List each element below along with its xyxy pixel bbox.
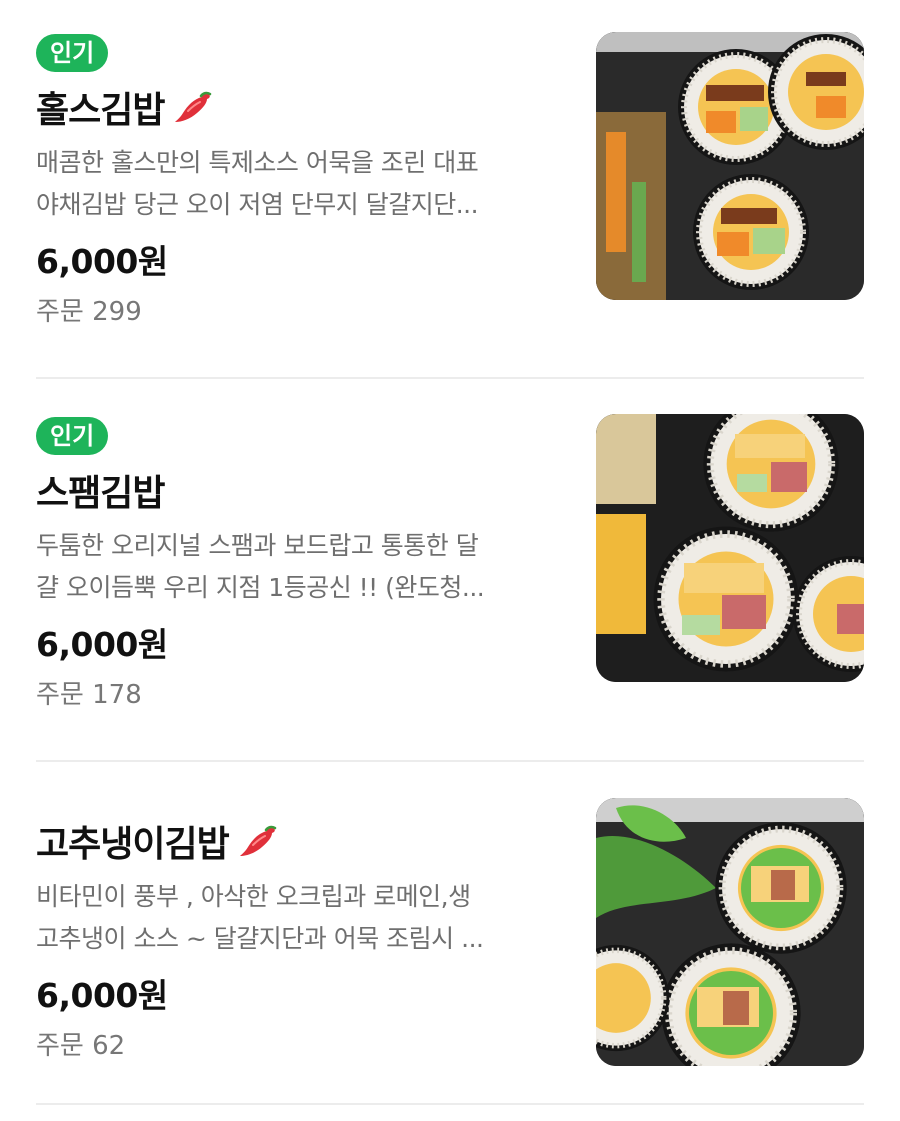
menu-item-info: 인기 스팸김밥 두툼한 오리지널 스팸과 보드랍고 통통한 달 걀 오이듬뿍 우… bbox=[36, 417, 556, 715]
description-line: 매콤한 홀스만의 특제소스 어묵을 조린 대표 bbox=[36, 148, 479, 177]
popular-badge: 인기 bbox=[36, 34, 109, 72]
menu-item-title: 스팸김밥 bbox=[36, 473, 165, 514]
menu-item-info: 고추냉이김밥 비타민이 풍부 , 아삭한 오크립과 로메인,생 고추냉이 소스 … bbox=[36, 816, 556, 1066]
menu-item-info: 인기 홀스김밥 매콤한 홀스만의 특제소스 어묵을 조린 대표 야채김밥 당근 … bbox=[36, 34, 556, 332]
popular-badge: 인기 bbox=[36, 417, 109, 455]
menu-item-description: 두툼한 오리지널 스팸과 보드랍고 통통한 달 걀 오이듬뿍 우리 지점 1등공… bbox=[36, 525, 556, 609]
menu-item[interactable]: 인기 홀스김밥 매콤한 홀스만의 특제소스 어묵을 조린 대표 야채김밥 당근 … bbox=[36, 0, 864, 379]
description-line: 야채김밥 당근 오이 저염 단무지 달걀지단... bbox=[36, 190, 479, 219]
chili-pepper-icon bbox=[174, 89, 216, 125]
order-count: 주문 62 bbox=[36, 1031, 126, 1061]
order-count: 주문 299 bbox=[36, 297, 142, 327]
menu-item-description: 매콤한 홀스만의 특제소스 어묵을 조린 대표 야채김밥 당근 오이 저염 단무… bbox=[36, 142, 556, 226]
chili-pepper-icon bbox=[239, 823, 281, 859]
description-line: 걀 오이듬뿍 우리 지점 1등공신 !! (완도청... bbox=[36, 573, 485, 602]
menu-item-price: 6,000원 bbox=[36, 242, 168, 281]
description-line: 고추냉이 소스 ~ 달걀지단과 어묵 조림시 ... bbox=[36, 924, 484, 953]
menu-item-price: 6,000원 bbox=[36, 625, 168, 664]
menu-item-price: 6,000원 bbox=[36, 976, 168, 1015]
menu-item[interactable]: 인기 스팸김밥 두툼한 오리지널 스팸과 보드랍고 통통한 달 걀 오이듬뿍 우… bbox=[36, 379, 864, 762]
description-line: 두툼한 오리지널 스팸과 보드랍고 통통한 달 bbox=[36, 531, 479, 560]
menu-item-photo[interactable] bbox=[596, 798, 864, 1066]
description-line: 비타민이 풍부 , 아삭한 오크립과 로메인,생 bbox=[36, 882, 471, 911]
menu-item-title: 고추냉이김밥 bbox=[36, 824, 230, 865]
menu-item[interactable]: 고추냉이김밥 비타민이 풍부 , 아삭한 오크립과 로메인,생 고추냉이 소스 … bbox=[36, 762, 864, 1105]
menu-item-photo[interactable] bbox=[596, 414, 864, 682]
menu-item-title: 홀스김밥 bbox=[36, 90, 165, 131]
menu-list: 인기 홀스김밥 매콤한 홀스만의 특제소스 어묵을 조린 대표 야채김밥 당근 … bbox=[0, 0, 900, 1121]
menu-item-description: 비타민이 풍부 , 아삭한 오크립과 로메인,생 고추냉이 소스 ~ 달걀지단과… bbox=[36, 876, 556, 960]
order-count: 주문 178 bbox=[36, 680, 142, 710]
menu-item-photo[interactable] bbox=[596, 32, 864, 300]
